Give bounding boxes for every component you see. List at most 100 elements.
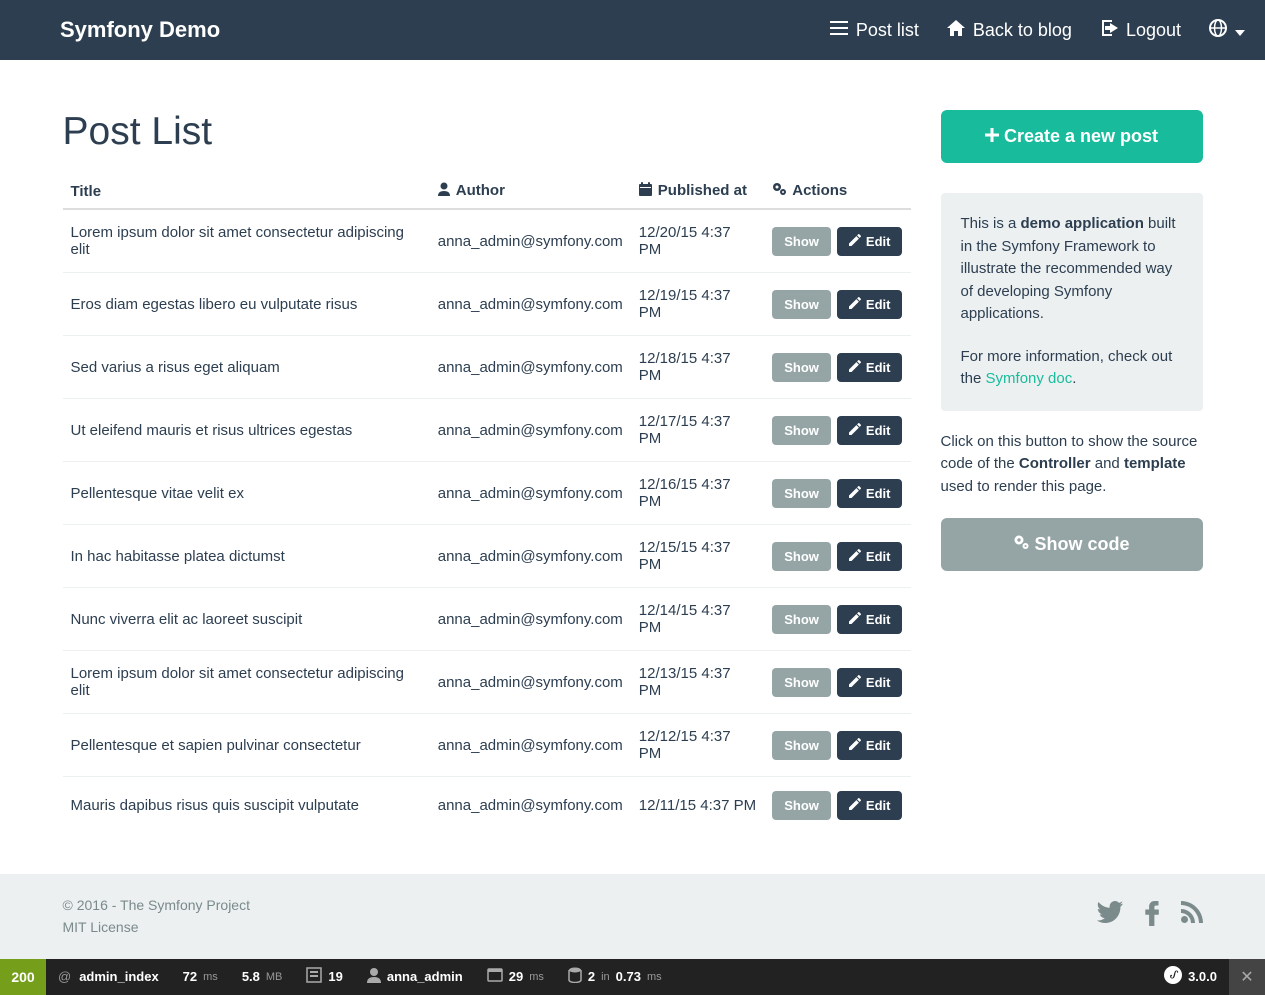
symfony-doc-link[interactable]: Symfony doc (986, 370, 1073, 387)
nav-brand[interactable]: Symfony Demo (60, 17, 220, 43)
logout-icon (1100, 20, 1118, 41)
nav-label: Logout (1126, 20, 1181, 41)
show-button[interactable]: Show (772, 731, 831, 760)
cell-published: 12/12/15 4:37 PM (631, 714, 764, 777)
table-row: Ut eleifend mauris et risus ultrices ege… (63, 399, 911, 462)
cogs-icon (772, 182, 786, 200)
pencil-icon (849, 549, 861, 564)
create-post-button[interactable]: Create a new post (941, 110, 1203, 163)
cell-title: Ut eleifend mauris et risus ultrices ege… (63, 399, 430, 462)
posts-table: Title Author Published at Actions Lorem … (63, 174, 911, 834)
nav-locale[interactable] (1209, 19, 1245, 42)
cell-author: anna_admin@symfony.com (430, 336, 631, 399)
edit-button[interactable]: Edit (837, 605, 903, 634)
tb-twig[interactable]: 29ms (475, 959, 556, 995)
edit-button[interactable]: Edit (837, 668, 903, 697)
show-button[interactable]: Show (772, 668, 831, 697)
cell-published: 12/19/15 4:37 PM (631, 273, 764, 336)
show-button[interactable]: Show (772, 605, 831, 634)
show-button[interactable]: Show (772, 542, 831, 571)
cell-title: Pellentesque vitae velit ex (63, 462, 430, 525)
edit-button[interactable]: Edit (837, 791, 903, 820)
col-title: Title (63, 174, 430, 209)
cell-published: 12/14/15 4:37 PM (631, 588, 764, 651)
show-button[interactable]: Show (772, 479, 831, 508)
cell-actions: Show Edit (764, 777, 910, 835)
facebook-icon[interactable] (1145, 901, 1159, 931)
footer: © 2016 - The Symfony Project MIT License (0, 874, 1265, 959)
show-button[interactable]: Show (772, 227, 831, 256)
cell-author: anna_admin@symfony.com (430, 714, 631, 777)
nav-back-to-blog[interactable]: Back to blog (947, 20, 1072, 41)
user-icon (367, 967, 381, 986)
col-author: Author (430, 174, 631, 209)
cell-author: anna_admin@symfony.com (430, 273, 631, 336)
show-code-button[interactable]: Show code (941, 518, 1203, 571)
tb-user[interactable]: anna_admin (355, 959, 475, 995)
caret-down-icon (1235, 20, 1245, 41)
show-button[interactable]: Show (772, 416, 831, 445)
cell-author: anna_admin@symfony.com (430, 588, 631, 651)
close-icon: ✕ (1240, 967, 1253, 987)
show-button[interactable]: Show (772, 353, 831, 382)
tb-forms[interactable]: 19 (294, 959, 354, 995)
nav-post-list[interactable]: Post list (830, 20, 919, 41)
cell-actions: Show Edit (764, 399, 910, 462)
pencil-icon (849, 798, 861, 813)
cell-actions: Show Edit (764, 273, 910, 336)
cell-actions: Show Edit (764, 462, 910, 525)
cell-title: Pellentesque et sapien pulvinar consecte… (63, 714, 430, 777)
gears-icon (1013, 534, 1029, 555)
table-row: Pellentesque vitae velit exanna_admin@sy… (63, 462, 911, 525)
cell-actions: Show Edit (764, 209, 910, 273)
info-well: This is a demo application built in the … (941, 193, 1203, 411)
pencil-icon (849, 360, 861, 375)
show-button[interactable]: Show (772, 290, 831, 319)
col-published: Published at (631, 174, 764, 209)
tb-close[interactable]: ✕ (1229, 959, 1265, 995)
forms-icon (306, 967, 322, 986)
side-text: Click on this button to show the source … (941, 431, 1203, 499)
footer-icons (1097, 901, 1203, 931)
cell-published: 12/11/15 4:37 PM (631, 777, 764, 835)
tb-route[interactable]: @admin_index (46, 959, 171, 995)
tb-status[interactable]: 200 (0, 959, 46, 995)
edit-button[interactable]: Edit (837, 353, 903, 382)
nav-logout[interactable]: Logout (1100, 20, 1181, 41)
plus-icon (985, 126, 999, 147)
twitter-icon[interactable] (1097, 901, 1123, 931)
tb-memory[interactable]: 5.8MB (230, 959, 295, 995)
table-row: In hac habitasse platea dictumstanna_adm… (63, 525, 911, 588)
edit-button[interactable]: Edit (837, 479, 903, 508)
tb-symfony[interactable]: 3.0.0 (1152, 959, 1229, 995)
symfony-icon (1164, 966, 1182, 987)
database-icon (568, 967, 582, 986)
tb-db[interactable]: 2 in 0.73 ms (556, 959, 674, 995)
main: Post List Title Author Published at Acti… (63, 110, 911, 834)
container: Post List Title Author Published at Acti… (63, 60, 1203, 874)
pencil-icon (849, 612, 861, 627)
show-button[interactable]: Show (772, 791, 831, 820)
cell-author: anna_admin@symfony.com (430, 209, 631, 273)
table-row: Lorem ipsum dolor sit amet consectetur a… (63, 209, 911, 273)
tb-time[interactable]: 72ms (171, 959, 230, 995)
cell-title: In hac habitasse platea dictumst (63, 525, 430, 588)
cell-published: 12/17/15 4:37 PM (631, 399, 764, 462)
cell-title: Lorem ipsum dolor sit amet consectetur a… (63, 651, 430, 714)
rss-icon[interactable] (1181, 901, 1203, 931)
table-row: Pellentesque et sapien pulvinar consecte… (63, 714, 911, 777)
cell-actions: Show Edit (764, 588, 910, 651)
create-label: Create a new post (1004, 126, 1158, 147)
pencil-icon (849, 423, 861, 438)
nav-label: Post list (856, 20, 919, 41)
edit-button[interactable]: Edit (837, 290, 903, 319)
sidebar: Create a new post This is a demo applica… (941, 110, 1203, 834)
edit-button[interactable]: Edit (837, 227, 903, 256)
home-icon (947, 20, 965, 41)
show-code-label: Show code (1034, 534, 1129, 555)
edit-button[interactable]: Edit (837, 731, 903, 760)
cell-published: 12/16/15 4:37 PM (631, 462, 764, 525)
cell-author: anna_admin@symfony.com (430, 777, 631, 835)
edit-button[interactable]: Edit (837, 416, 903, 445)
edit-button[interactable]: Edit (837, 542, 903, 571)
